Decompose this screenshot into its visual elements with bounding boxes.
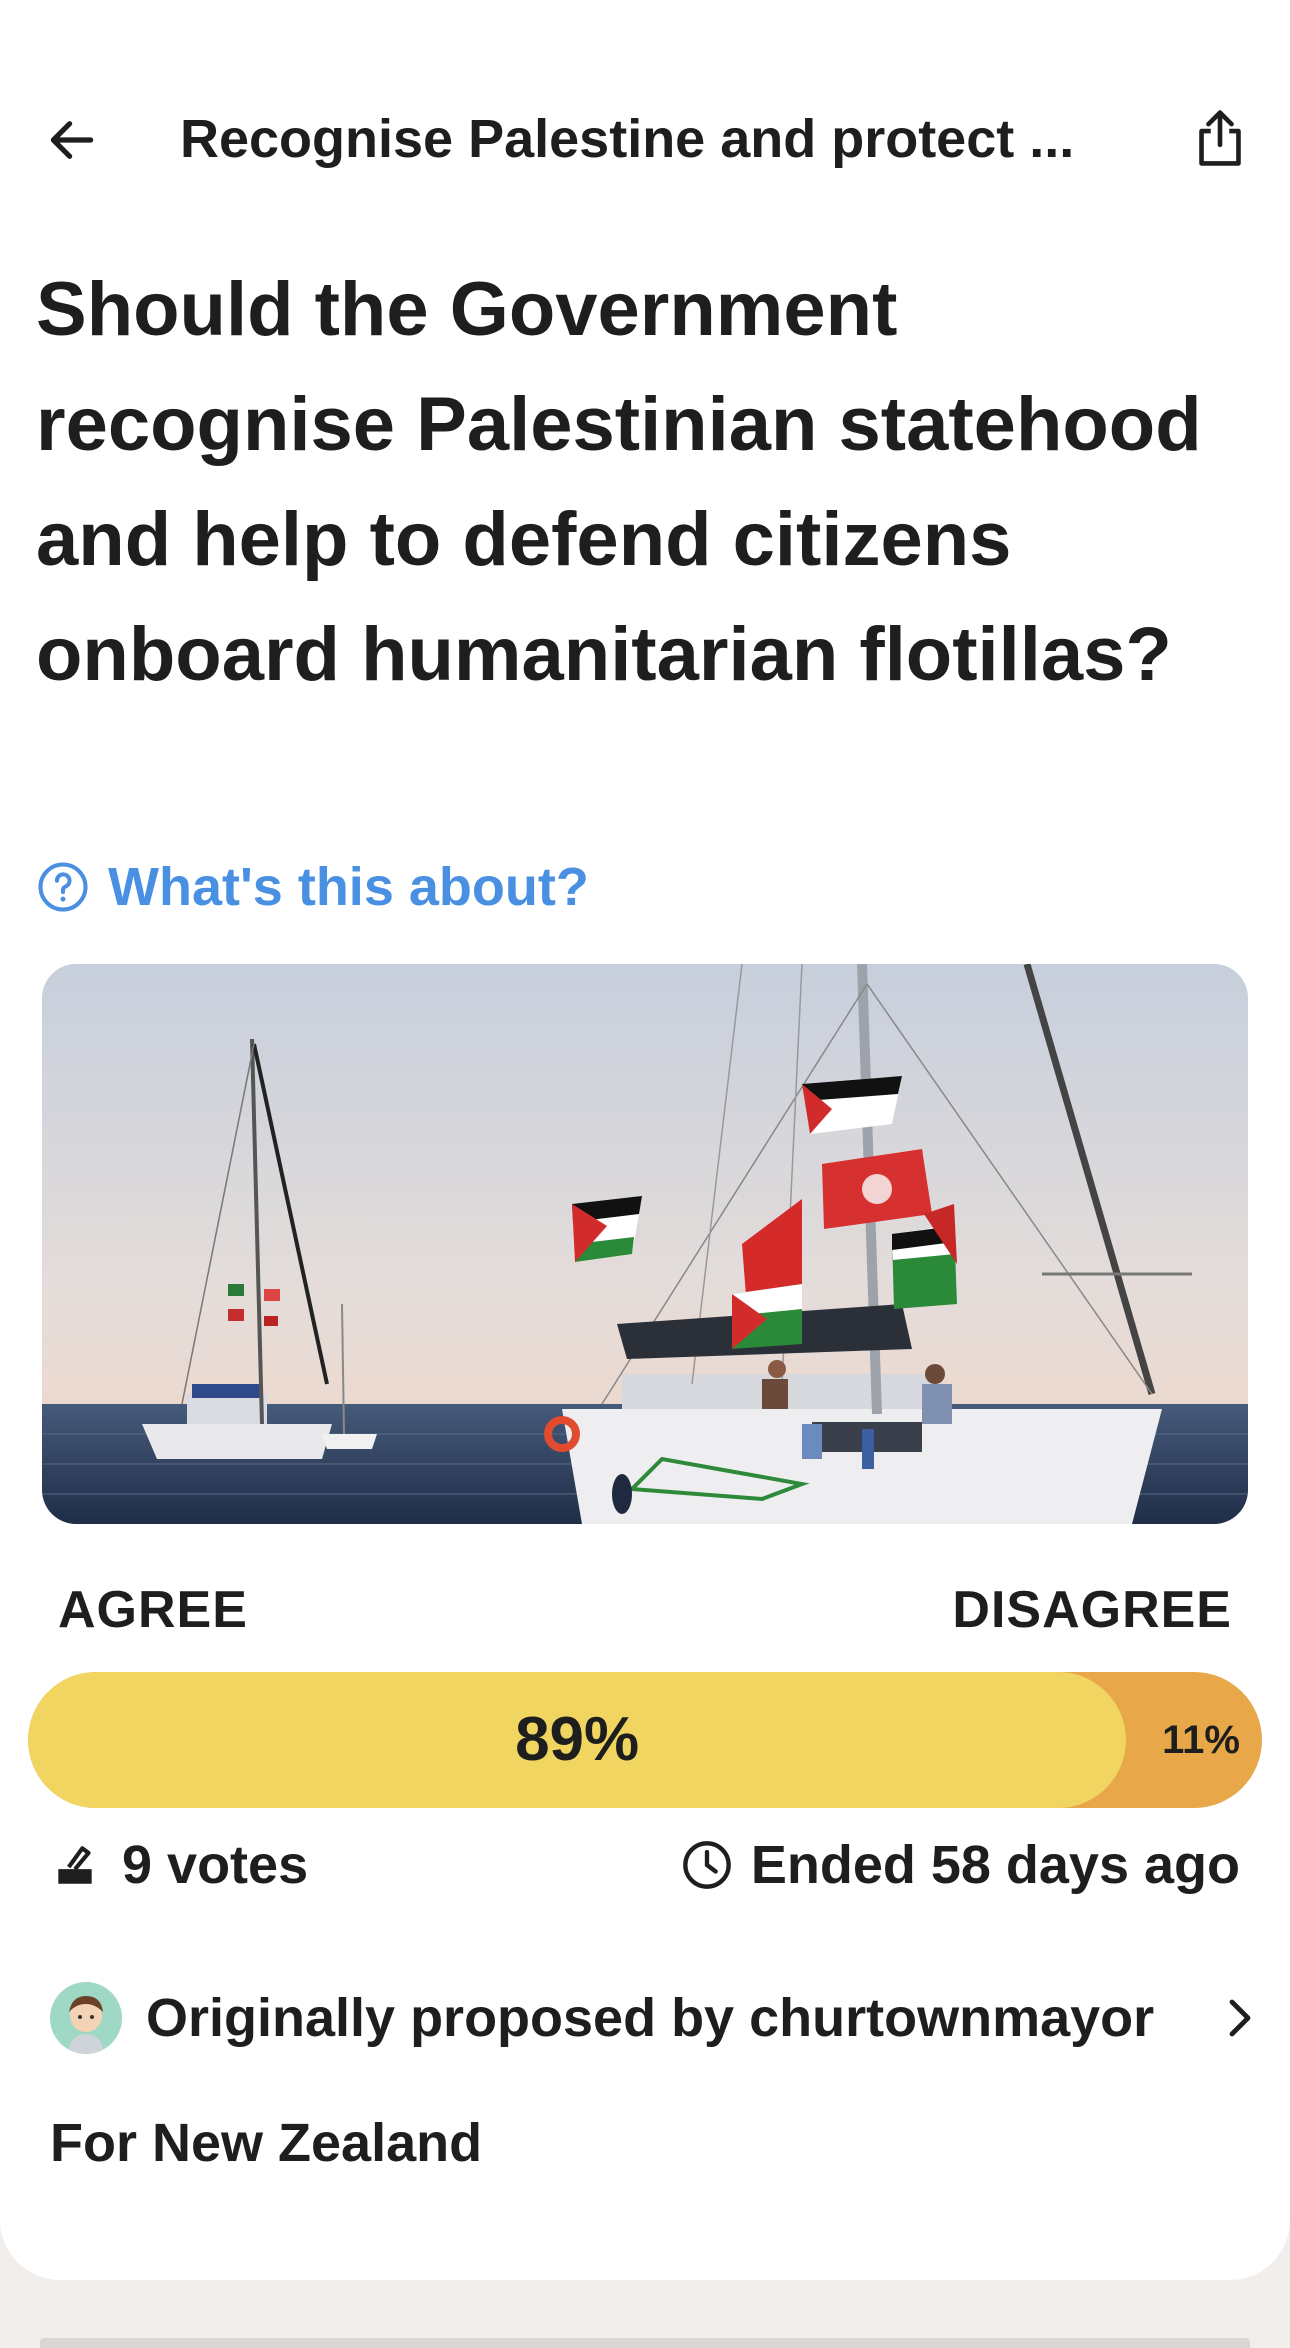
arrow-left-icon: [50, 121, 94, 159]
chevron-right-icon: [1220, 1988, 1260, 2048]
ballot-box-icon: [58, 1846, 92, 1884]
vote-labels: AGREE DISAGREE: [58, 1580, 1232, 1646]
location-label: For New Zealand: [50, 2113, 483, 2173]
vote-result-bar: 89% 11%: [28, 1672, 1262, 1808]
sailboats-with-flags-image: [42, 964, 1248, 1524]
share-button[interactable]: [1184, 102, 1256, 174]
disagree-percent: 11%: [1162, 1718, 1240, 1762]
whats-this-about-link[interactable]: What's this about?: [36, 852, 589, 922]
agree-percent: 89%: [515, 1705, 640, 1774]
share-icon: [1199, 110, 1241, 166]
back-button[interactable]: [36, 104, 108, 176]
top-bar: Recognise Palestine and protect ...: [0, 80, 1290, 200]
hero-image: [42, 964, 1248, 1524]
next-card-edge: [40, 2338, 1250, 2348]
ended-status: Ended 58 days ago: [681, 1834, 1240, 1896]
votes-count: 9 votes: [50, 1834, 308, 1896]
proposer-link[interactable]: Originally proposed by churtownmayor: [50, 1980, 1260, 2056]
ended-label: Ended 58 days ago: [750, 1835, 1240, 1895]
avatar: [50, 1982, 122, 2054]
question-heading: Should the Government recognise Palestin…: [36, 267, 1202, 697]
stats-row: 9 votes Ended 58 days ago: [50, 1834, 1240, 1900]
agree-label: AGREE: [58, 1581, 248, 1639]
whats-this-about-label: What's this about?: [108, 857, 589, 917]
clock-icon: [682, 1841, 731, 1889]
proposer-label: Originally proposed by churtownmayor: [146, 1988, 1155, 2048]
disagree-label: DISAGREE: [952, 1581, 1232, 1639]
votes-label: 9 votes: [122, 1835, 309, 1895]
proposal-card: Recognise Palestine and protect ... Shou…: [0, 0, 1290, 2280]
page-title: Recognise Palestine and protect ...: [180, 109, 1075, 169]
question-circle-icon: [38, 862, 88, 912]
